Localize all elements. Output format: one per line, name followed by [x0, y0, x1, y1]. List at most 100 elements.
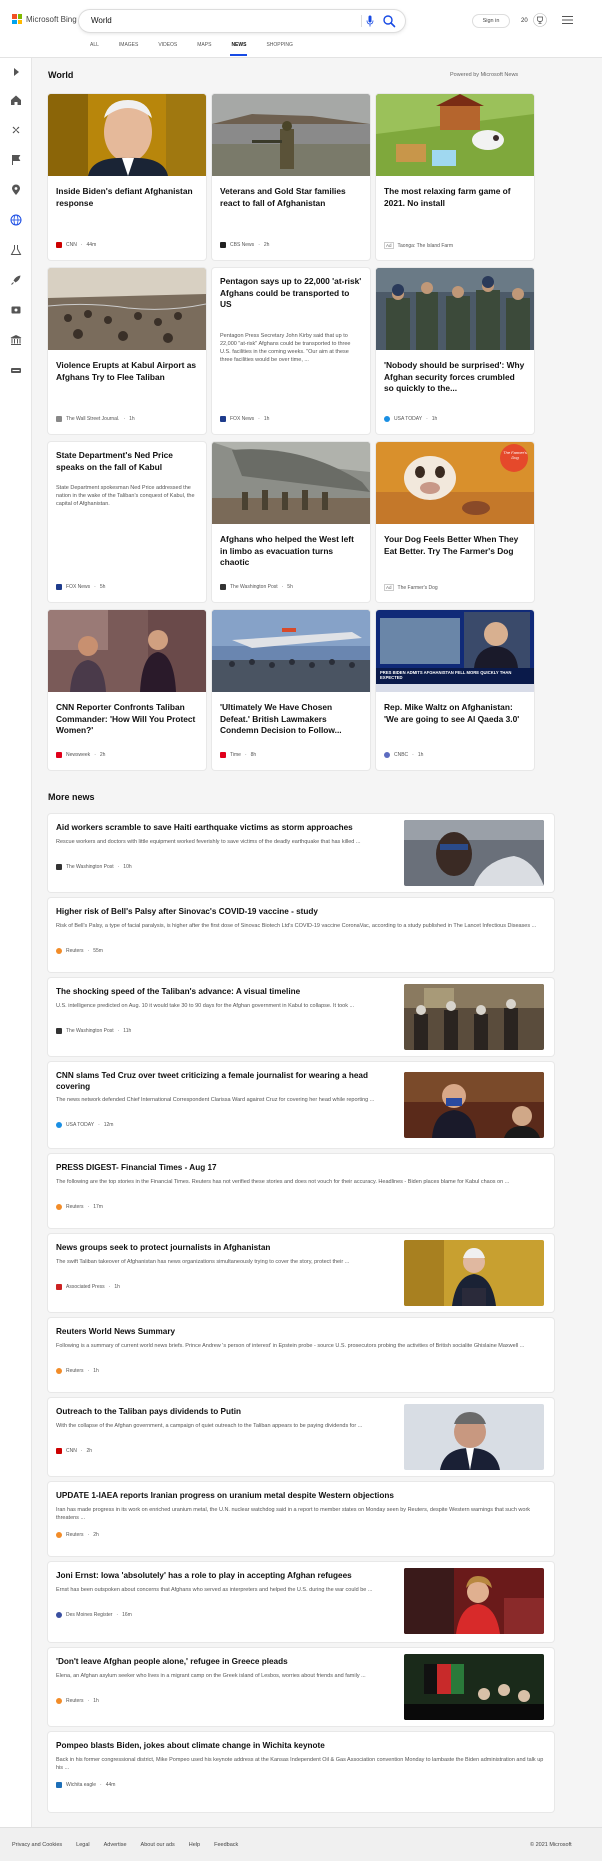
news-title[interactable]: Joni Ernst: Iowa 'absolutely' has a role… [56, 1570, 396, 1581]
card-title[interactable]: Pentagon says up to 22,000 'at-risk' Afg… [220, 276, 362, 311]
news-title[interactable]: Reuters World News Summary [56, 1326, 546, 1337]
sparkle-icon[interactable] [10, 124, 22, 136]
card-title[interactable]: 'Ultimately We Have Chosen Defeat.' Brit… [220, 702, 362, 737]
news-list-item[interactable]: Joni Ernst: Iowa 'absolutely' has a role… [48, 1562, 554, 1642]
news-card[interactable]: 'Ultimately We Have Chosen Defeat.' Brit… [212, 610, 370, 770]
newsweek-logo-icon [56, 752, 62, 758]
news-list-item[interactable]: Reuters World News Summary Following is … [48, 1318, 554, 1392]
news-card[interactable]: PRES BIDEN ADMITS AFGHANISTAN FELL MORE … [376, 610, 534, 770]
news-title[interactable]: 'Don't leave Afghan people alone,' refug… [56, 1656, 396, 1667]
science-icon[interactable] [10, 244, 22, 256]
powered-by-label[interactable]: Powered by Microsoft News [450, 72, 518, 78]
news-card[interactable]: Pentagon says up to 22,000 'at-risk' Afg… [212, 268, 370, 434]
card-source: CNN · 44m [56, 242, 96, 248]
source-name: The Washington Post [66, 1028, 114, 1034]
source-name: The Washington Post [66, 864, 114, 870]
tab-maps[interactable]: MAPS [197, 42, 211, 58]
ad-card[interactable]: The Farmer's Dog Your Dog Feels Better W… [376, 442, 534, 602]
news-card[interactable]: Veterans and Gold Star families react to… [212, 94, 370, 260]
rewards-count[interactable]: 20 [521, 18, 528, 24]
news-list-item[interactable]: Outreach to the Taliban pays dividends t… [48, 1398, 554, 1476]
search-query[interactable]: World [91, 16, 112, 25]
privacy-link[interactable]: Privacy and Cookies [12, 1842, 62, 1848]
search-icon[interactable] [382, 14, 396, 28]
card-title[interactable]: Your Dog Feels Better When They Eat Bett… [384, 534, 526, 557]
flag-icon[interactable] [10, 154, 22, 166]
news-card[interactable]: Afghans who helped the West left in limb… [212, 442, 370, 602]
card-title[interactable]: State Department's Ned Price speaks on t… [56, 450, 198, 473]
news-title[interactable]: CNN slams Ted Cruz over tweet criticizin… [56, 1070, 396, 1092]
news-description: Ernst has been outspoken about concerns … [56, 1587, 373, 1593]
rocket-icon[interactable] [10, 274, 22, 286]
money-icon[interactable] [10, 334, 22, 346]
cnn-logo-icon [56, 242, 62, 248]
reuters-logo-icon [56, 948, 62, 954]
car-icon[interactable] [10, 364, 22, 376]
help-link[interactable]: Help [189, 1842, 200, 1848]
news-source: CNN · 2h [56, 1448, 92, 1454]
globe-icon[interactable] [10, 214, 22, 226]
expand-sidebar-icon[interactable] [10, 66, 22, 78]
news-card[interactable]: Violence Erupts at Kabul Airport as Afgh… [48, 268, 206, 434]
news-title[interactable]: News groups seek to protect journalists … [56, 1242, 396, 1253]
microphone-icon[interactable] [366, 15, 374, 27]
top-bar: Microsoft Bing World Sign in 20 ALL IMAG… [0, 0, 602, 58]
tab-videos[interactable]: VIDEOS [158, 42, 177, 58]
entertainment-icon[interactable] [10, 304, 22, 316]
sign-in-button[interactable]: Sign in [472, 14, 510, 28]
tab-all[interactable]: ALL [90, 42, 99, 58]
news-list-item[interactable]: CNN slams Ted Cruz over tweet criticizin… [48, 1062, 554, 1148]
news-description: The swift Taliban takeover of Afghanista… [56, 1259, 350, 1265]
news-card[interactable]: State Department's Ned Price speaks on t… [48, 442, 206, 602]
tab-news[interactable]: NEWS [230, 42, 248, 58]
timestamp: 5h [99, 584, 106, 590]
tab-images[interactable]: IMAGES [119, 42, 138, 58]
news-title[interactable]: Aid workers scramble to save Haiti earth… [56, 822, 396, 833]
home-icon[interactable] [10, 94, 22, 106]
timestamp: 1h [93, 1368, 99, 1374]
card-title[interactable]: Inside Biden's defiant Afghanistan respo… [56, 186, 198, 209]
news-title[interactable]: The shocking speed of the Taliban's adva… [56, 986, 396, 997]
news-title[interactable]: Pompeo blasts Biden, jokes about climate… [56, 1740, 546, 1751]
news-list-item[interactable]: UPDATE 1-IAEA reports Iranian progress o… [48, 1482, 554, 1556]
feedback-link[interactable]: Feedback [214, 1842, 238, 1848]
card-description: State Department spokesman Ned Price add… [56, 485, 195, 507]
location-pin-icon[interactable] [10, 184, 22, 196]
news-list-item[interactable]: News groups seek to protect journalists … [48, 1234, 554, 1312]
legal-link[interactable]: Legal [76, 1842, 89, 1848]
card-title[interactable]: Veterans and Gold Star families react to… [220, 186, 362, 209]
news-list-item[interactable]: Higher risk of Bell's Palsy after Sinova… [48, 898, 554, 972]
ad-card[interactable]: The most relaxing farm game of 2021. No … [376, 94, 534, 260]
news-card[interactable]: 'Nobody should be surprised': Why Afghan… [376, 268, 534, 434]
card-title[interactable]: The most relaxing farm game of 2021. No … [384, 186, 526, 209]
news-list-item[interactable]: Pompeo blasts Biden, jokes about climate… [48, 1732, 554, 1812]
news-list-item[interactable]: PRESS DIGEST- Financial Times - Aug 17 T… [48, 1154, 554, 1228]
advertise-link[interactable]: Advertise [104, 1842, 127, 1848]
bing-logo[interactable]: Microsoft Bing [12, 14, 77, 24]
source-name: Associated Press [66, 1284, 105, 1290]
tab-shopping[interactable]: SHOPPING [266, 42, 292, 58]
news-list-item[interactable]: 'Don't leave Afghan people alone,' refug… [48, 1648, 554, 1726]
news-card[interactable]: Inside Biden's defiant Afghanistan respo… [48, 94, 206, 260]
news-description: Back in his former congressional distric… [56, 1757, 544, 1771]
card-title[interactable]: CNN Reporter Confronts Taliban Commander… [56, 702, 198, 737]
card-title[interactable]: 'Nobody should be surprised': Why Afghan… [384, 360, 526, 395]
associated-press-logo-icon [56, 1284, 62, 1290]
news-title[interactable]: UPDATE 1-IAEA reports Iranian progress o… [56, 1490, 546, 1501]
news-title[interactable]: Outreach to the Taliban pays dividends t… [56, 1406, 396, 1417]
timestamp: 2h [263, 242, 270, 248]
card-title[interactable]: Violence Erupts at Kabul Airport as Afgh… [56, 360, 198, 383]
news-title[interactable]: Higher risk of Bell's Palsy after Sinova… [56, 906, 546, 917]
news-title[interactable]: PRESS DIGEST- Financial Times - Aug 17 [56, 1162, 546, 1173]
card-title[interactable]: Afghans who helped the West left in limb… [220, 534, 362, 569]
russian-envoy-photo [404, 1404, 544, 1470]
about-ads-link[interactable]: About our ads [141, 1842, 175, 1848]
rewards-trophy-icon[interactable] [533, 13, 547, 27]
news-list-item[interactable]: Aid workers scramble to save Haiti earth… [48, 814, 554, 892]
hamburger-menu-icon[interactable] [562, 15, 573, 25]
search-input[interactable]: World [79, 10, 405, 32]
card-title[interactable]: Rep. Mike Waltz on Afghanistan: 'We are … [384, 702, 526, 725]
timestamp: 11h [123, 1028, 132, 1034]
news-list-item[interactable]: The shocking speed of the Taliban's adva… [48, 978, 554, 1056]
news-card[interactable]: CNN Reporter Confronts Taliban Commander… [48, 610, 206, 770]
